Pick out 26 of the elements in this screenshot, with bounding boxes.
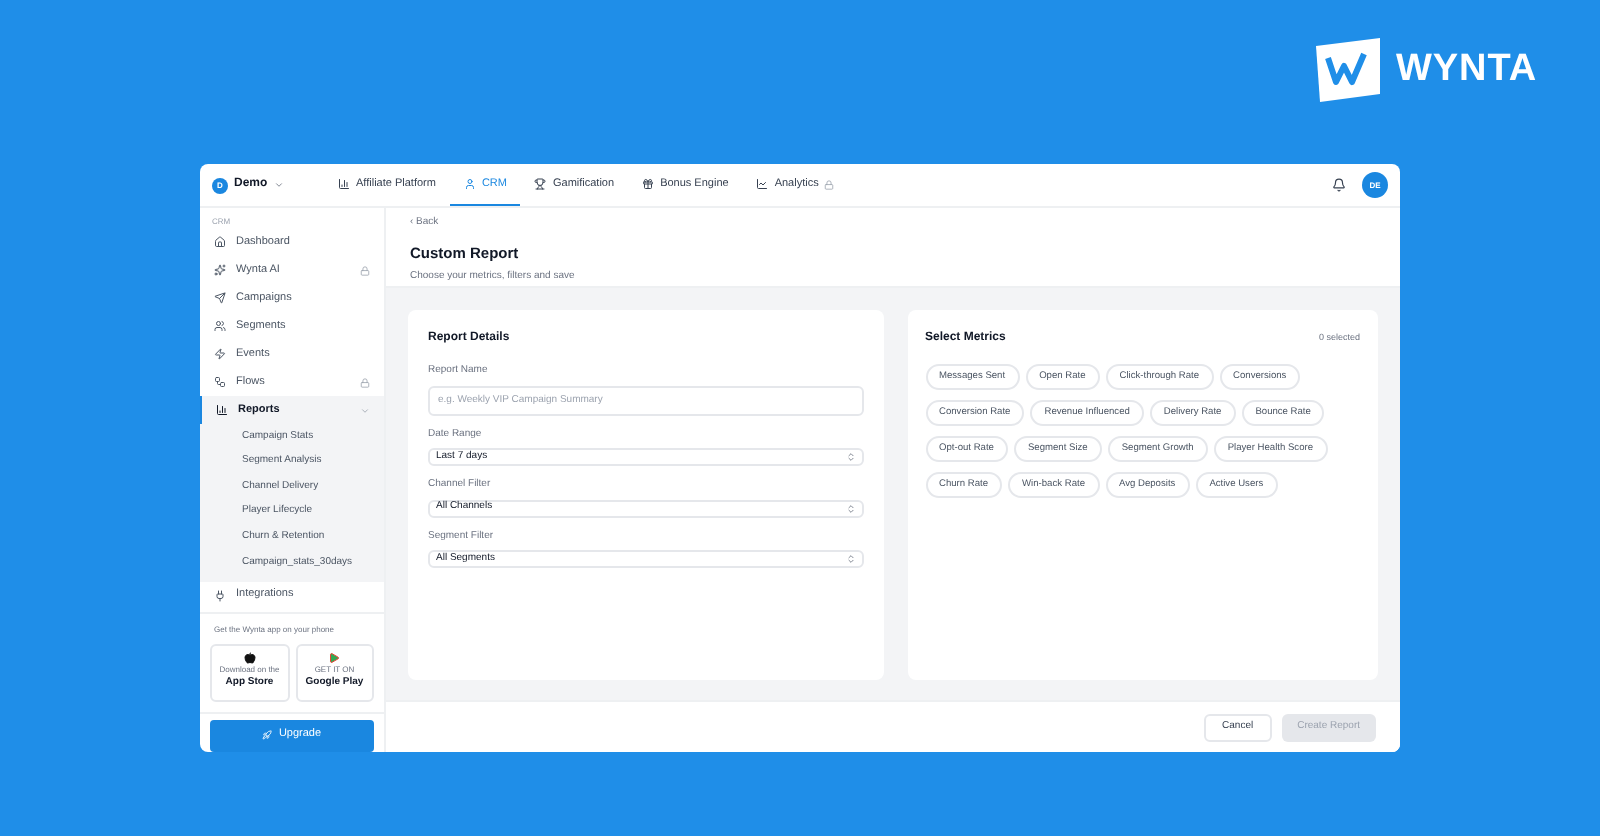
lock-icon bbox=[360, 265, 370, 275]
line-chart-icon bbox=[756, 178, 769, 190]
home-icon bbox=[214, 236, 226, 248]
chevron-icon bbox=[845, 503, 855, 513]
play-store-icon bbox=[328, 652, 341, 665]
send-icon bbox=[214, 292, 226, 304]
lock-icon bbox=[360, 377, 370, 387]
flow-icon bbox=[214, 376, 226, 388]
bar-chart-icon bbox=[216, 404, 228, 416]
apple-icon bbox=[243, 652, 256, 665]
plug-icon bbox=[214, 589, 226, 602]
brand-name: WYNTA bbox=[1396, 45, 1538, 94]
gift-icon bbox=[642, 178, 655, 190]
logo-icon bbox=[1312, 38, 1384, 102]
lock-icon bbox=[824, 179, 835, 189]
sparkles-icon bbox=[214, 264, 226, 276]
bell-icon[interactable] bbox=[1332, 178, 1346, 192]
trophy-icon bbox=[534, 178, 547, 190]
rocket-icon bbox=[262, 730, 273, 741]
users-icon bbox=[214, 320, 226, 332]
chevron-icon bbox=[845, 554, 855, 564]
chevron-icon bbox=[845, 452, 855, 462]
user-icon bbox=[463, 178, 476, 190]
lightning-icon bbox=[214, 348, 226, 360]
bar-chart-icon bbox=[338, 178, 350, 190]
chevron-icon bbox=[273, 180, 284, 190]
